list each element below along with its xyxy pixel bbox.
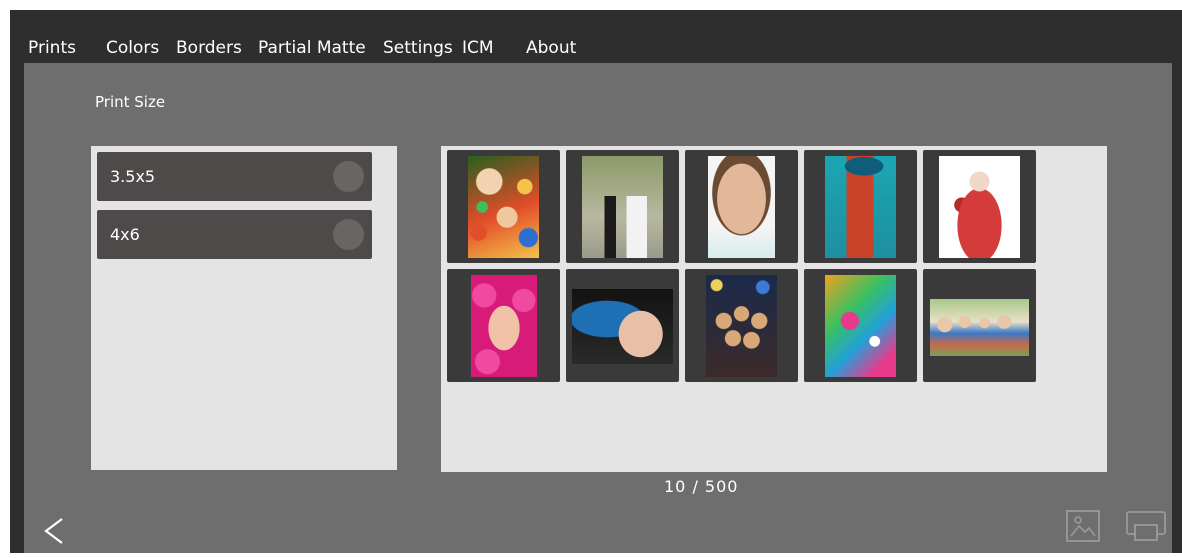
size-option-3-5x5[interactable]: 3.5x5: [97, 152, 372, 201]
photo-woman-portrait-icon: [708, 156, 775, 258]
photo-woman-blue-hair-icon: [572, 289, 673, 364]
photo-thumbnail[interactable]: [923, 269, 1036, 382]
size-option-label: 4x6: [110, 225, 140, 244]
photo-thumbnail[interactable]: [923, 150, 1036, 263]
menu-about[interactable]: About: [526, 33, 576, 63]
photo-redhead-blue-hat-icon: [825, 156, 896, 258]
app-window: Prints Colors Borders Partial Matte Sett…: [10, 10, 1182, 553]
photo-woman-pink-flowers-icon: [471, 275, 537, 377]
photo-family-outdoors-icon: [930, 299, 1029, 356]
size-option-4x6[interactable]: 4x6: [97, 210, 372, 259]
image-icon[interactable]: [1065, 509, 1101, 543]
menu-borders[interactable]: Borders: [176, 33, 242, 63]
photo-thumbnail[interactable]: [685, 150, 798, 263]
radio-button[interactable]: [333, 161, 364, 192]
photo-thumbnail[interactable]: [685, 269, 798, 382]
menu-settings[interactable]: Settings: [383, 33, 453, 63]
photo-thumbnail[interactable]: [566, 269, 679, 382]
radio-button[interactable]: [333, 219, 364, 250]
menu-icm[interactable]: ICM: [462, 33, 494, 63]
print-size-heading: Print Size: [95, 93, 166, 111]
menu-prints[interactable]: Prints: [28, 33, 76, 63]
menu-bar: Prints Colors Borders Partial Matte Sett…: [10, 33, 1182, 63]
printer-icon[interactable]: [1124, 509, 1168, 543]
menu-colors[interactable]: Colors: [106, 33, 159, 63]
photo-wedding-children-icon: [582, 156, 663, 258]
photo-gallery: [441, 146, 1107, 472]
photo-thumbnail[interactable]: [804, 269, 917, 382]
size-option-label: 3.5x5: [110, 167, 156, 186]
menu-partial-matte[interactable]: Partial Matte: [258, 33, 366, 63]
pagination-counter: 10 / 500: [664, 477, 739, 496]
photo-party-group-icon: [706, 275, 777, 377]
photo-two-boys-colorful-balls-icon: [468, 156, 539, 258]
photo-colorful-makeup-icon: [825, 275, 896, 377]
photo-thumbnail[interactable]: [447, 269, 560, 382]
photo-thumbnail[interactable]: [447, 150, 560, 263]
print-size-list: 3.5x5 4x6: [91, 146, 397, 470]
photo-thumbnail[interactable]: [566, 150, 679, 263]
photo-thumbnail[interactable]: [804, 150, 917, 263]
main-content: Print Size 3.5x5 4x6 10 / 500: [24, 63, 1172, 553]
photo-girl-red-dress-icon: [939, 156, 1020, 258]
chevron-left-icon[interactable]: [40, 516, 70, 546]
